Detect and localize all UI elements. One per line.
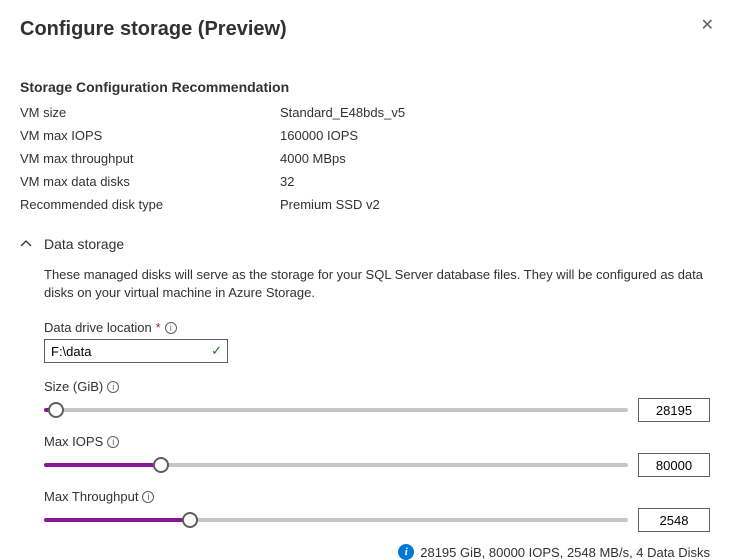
check-icon: ✓ [211, 343, 222, 359]
vm-max-throughput-label: VM max throughput [20, 151, 280, 166]
vm-size-label: VM size [20, 105, 280, 120]
data-storage-toggle[interactable]: Data storage [20, 236, 714, 252]
recommendation-heading: Storage Configuration Recommendation [20, 79, 714, 95]
vm-max-iops-value: 160000 IOPS [280, 128, 358, 143]
drive-location-label: Data drive location [44, 320, 152, 335]
vm-max-iops-label: VM max IOPS [20, 128, 280, 143]
info-icon[interactable]: i [107, 381, 119, 393]
storage-summary: 28195 GiB, 80000 IOPS, 2548 MB/s, 4 Data… [420, 545, 710, 560]
page-title: Configure storage (Preview) [20, 18, 287, 41]
info-icon[interactable]: i [142, 491, 154, 503]
size-input[interactable] [638, 398, 710, 422]
required-indicator: * [156, 320, 161, 335]
size-label: Size (GiB) [44, 379, 103, 394]
throughput-label: Max Throughput [44, 489, 138, 504]
info-icon[interactable]: i [107, 436, 119, 448]
iops-slider[interactable] [44, 455, 628, 475]
vm-max-disks-value: 32 [280, 174, 294, 189]
iops-input[interactable] [638, 453, 710, 477]
size-slider[interactable] [44, 400, 628, 420]
throughput-input[interactable] [638, 508, 710, 532]
chevron-up-icon [20, 238, 32, 250]
close-icon[interactable]: ✕ [701, 18, 714, 34]
data-storage-label: Data storage [44, 236, 124, 252]
info-icon[interactable]: i [165, 322, 177, 334]
vm-max-throughput-value: 4000 MBps [280, 151, 346, 166]
vm-max-disks-label: VM max data disks [20, 174, 280, 189]
throughput-slider[interactable] [44, 510, 628, 530]
rec-disk-type-label: Recommended disk type [20, 197, 280, 212]
drive-location-input[interactable] [44, 339, 228, 363]
iops-label: Max IOPS [44, 434, 103, 449]
rec-disk-type-value: Premium SSD v2 [280, 197, 380, 212]
data-storage-description: These managed disks will serve as the st… [44, 266, 710, 302]
vm-size-value: Standard_E48bds_v5 [280, 105, 405, 120]
